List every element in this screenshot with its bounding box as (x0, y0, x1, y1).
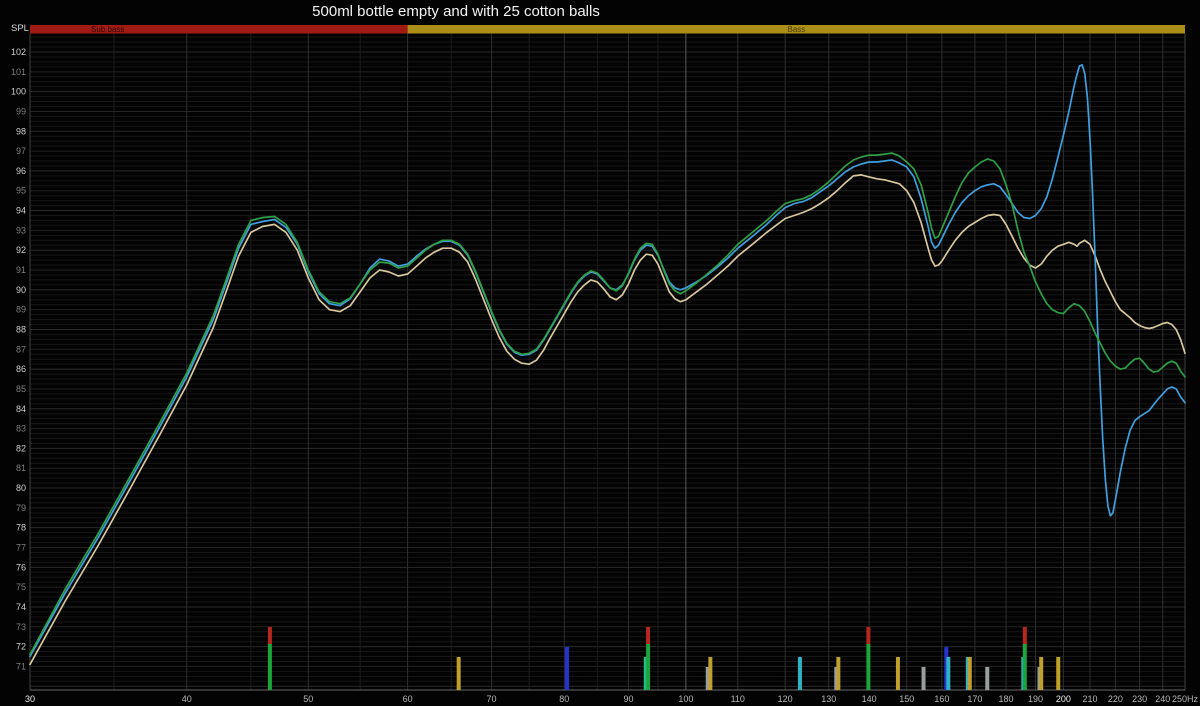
x-tick-label: 220 (1108, 694, 1123, 704)
x-tick-label: 80 (559, 694, 569, 704)
y-tick-label: 77 (16, 543, 26, 553)
y-tick-label: 98 (16, 126, 26, 136)
band-sub-bass (30, 25, 408, 34)
x-tick-label: 240 (1155, 694, 1170, 704)
band-label-bass: Bass (788, 25, 806, 34)
y-tick-label: 85 (16, 384, 26, 394)
x-tick-label: 90 (623, 694, 633, 704)
x-tick-label: 120 (778, 694, 793, 704)
y-tick-label: 76 (16, 562, 26, 572)
y-tick-label: 71 (16, 661, 26, 671)
y-tick-label: 97 (16, 146, 26, 156)
y-tick-label: 91 (16, 265, 26, 275)
x-tick-label: 200 (1056, 694, 1071, 704)
y-tick-label: 88 (16, 324, 26, 334)
y-tick-label: 92 (16, 245, 26, 255)
y-tick-label: 102 (11, 47, 26, 57)
x-tick-label: 250Hz (1172, 694, 1199, 704)
x-tick-label: 100 (678, 694, 693, 704)
y-tick-label: 73 (16, 622, 26, 632)
y-tick-label: 75 (16, 582, 26, 592)
y-tick-label: 93 (16, 225, 26, 235)
y-tick-label: 90 (16, 285, 26, 295)
x-tick-label: 60 (403, 694, 413, 704)
y-tick-label: 83 (16, 424, 26, 434)
y-tick-label: 86 (16, 364, 26, 374)
x-tick-label: 190 (1028, 694, 1043, 704)
y-tick-label: 99 (16, 106, 26, 116)
y-tick-label: 84 (16, 404, 26, 414)
band-label-sub-bass: Sub bass (91, 25, 124, 34)
x-tick-label: 170 (967, 694, 982, 704)
y-tick-label: 74 (16, 602, 26, 612)
chart-title: 500ml bottle empty and with 25 cotton ba… (312, 3, 600, 20)
y-tick-label: 101 (11, 67, 26, 77)
x-tick-label: 30 (25, 694, 35, 704)
y-tick-label: 95 (16, 186, 26, 196)
y-tick-label: 82 (16, 443, 26, 453)
y-tick-label: 89 (16, 305, 26, 315)
x-tick-label: 210 (1083, 694, 1098, 704)
x-tick-label: 50 (303, 694, 313, 704)
y-tick-label: 87 (16, 344, 26, 354)
x-tick-label: 140 (862, 694, 877, 704)
y-tick-label: 96 (16, 166, 26, 176)
x-tick-label: 150 (899, 694, 914, 704)
y-tick-label: 100 (11, 87, 26, 97)
rew-spl-chart-window: 500ml bottle empty and with 25 cotton ba… (0, 0, 1200, 706)
y-tick-label: 80 (16, 483, 26, 493)
x-tick-label: 180 (999, 694, 1014, 704)
x-tick-label: 130 (821, 694, 836, 704)
x-tick-label: 70 (487, 694, 497, 704)
y-tick-label: 72 (16, 642, 26, 652)
y-tick-label: 78 (16, 523, 26, 533)
y-tick-label: 94 (16, 206, 26, 216)
x-tick-label: 230 (1132, 694, 1147, 704)
x-tick-label: 40 (182, 694, 192, 704)
y-axis-unit-label: SPL (11, 23, 29, 34)
y-tick-label: 81 (16, 463, 26, 473)
x-tick-label: 160 (934, 694, 949, 704)
x-tick-label: 110 (731, 694, 745, 704)
y-tick-label: 79 (16, 503, 26, 513)
frequency-response-chart: Sub bass Bass 71 72 73 74 75 76 77 78 79 80 81 82 83 84… (0, 0, 1200, 706)
plot-area[interactable] (30, 34, 1185, 691)
